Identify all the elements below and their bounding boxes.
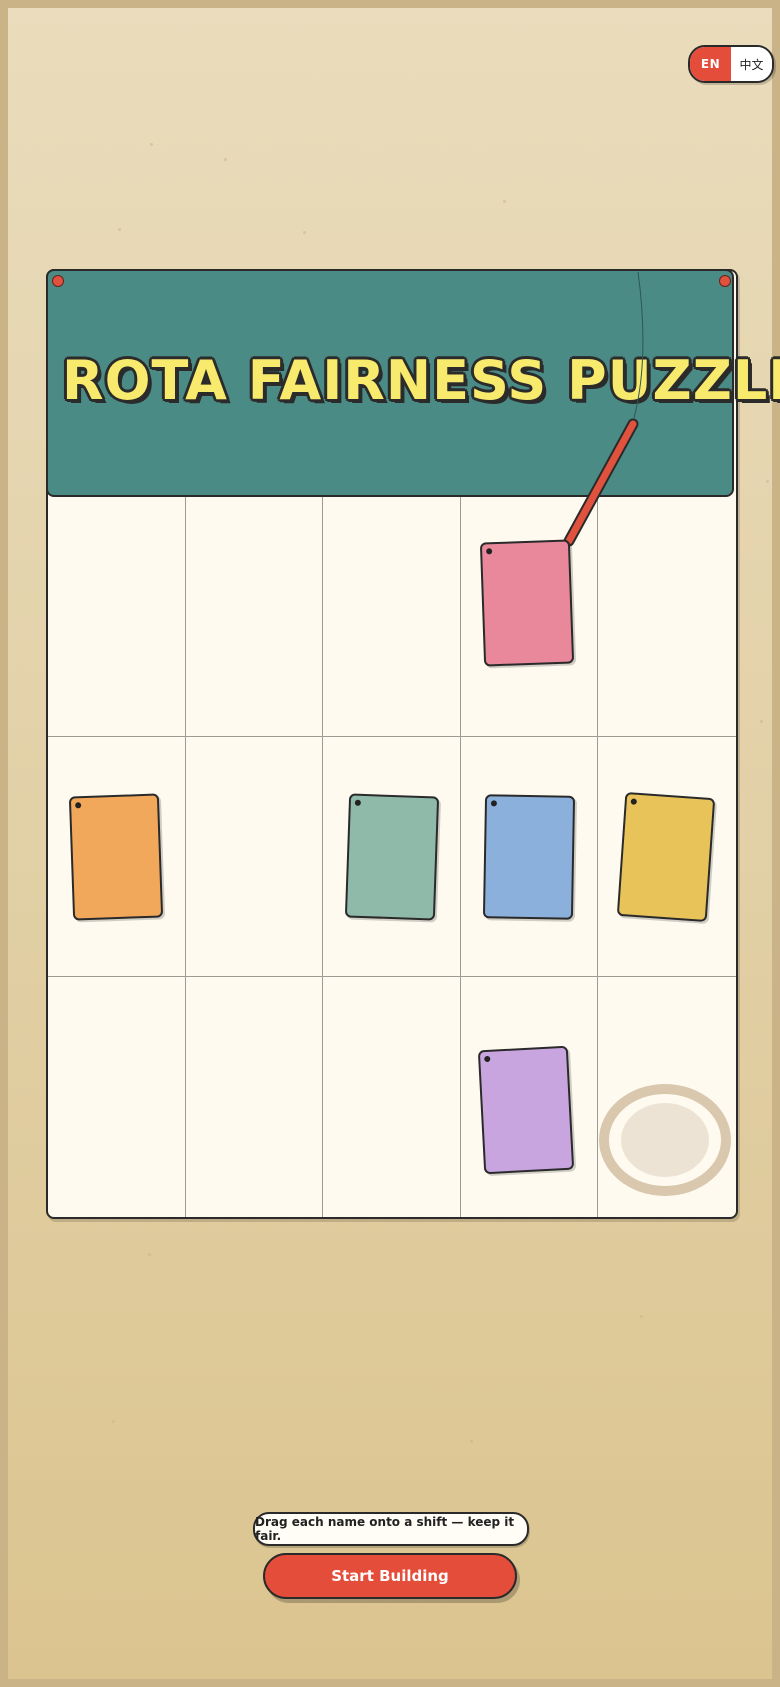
card-hole-icon (490, 800, 497, 807)
paper-speck (118, 228, 121, 231)
drop-target-ring[interactable] (599, 1084, 731, 1196)
card-hole-icon (484, 1055, 491, 1063)
name-card[interactable] (479, 539, 575, 667)
paper-speck (766, 480, 769, 483)
card-hole-icon (354, 799, 361, 806)
name-card[interactable] (616, 792, 716, 922)
shift-cell[interactable] (185, 497, 324, 737)
shift-cell[interactable] (598, 497, 736, 737)
paper-speck (640, 1315, 643, 1318)
card-hole-icon (630, 798, 637, 805)
shift-cell[interactable] (186, 977, 324, 1217)
title-banner: ROTA FAIRNESS PUZZLE (46, 269, 780, 497)
puzzle-title: ROTA FAIRNESS PUZZLE (62, 349, 780, 412)
language-en-button[interactable]: EN (690, 47, 731, 81)
name-card[interactable] (482, 794, 576, 920)
paper-speck (303, 231, 306, 234)
shift-cell[interactable] (48, 497, 186, 737)
paper-speck (148, 1253, 151, 1256)
language-zh-button[interactable]: 中文 (731, 47, 772, 81)
paper-speck (224, 158, 227, 161)
drop-target-center (621, 1103, 709, 1177)
card-hole-icon (486, 548, 493, 555)
shift-cell[interactable] (48, 977, 186, 1217)
shift-cell[interactable] (323, 977, 461, 1217)
paper-speck (150, 143, 153, 146)
paper-speck (470, 1440, 473, 1443)
name-card[interactable] (68, 793, 164, 921)
paper-speck (760, 720, 763, 723)
paper-speck (112, 1420, 115, 1423)
paper-speck (503, 200, 506, 203)
card-hole-icon (75, 802, 82, 809)
pushpin-icon (52, 275, 64, 287)
pushpin-icon (719, 275, 731, 287)
name-card[interactable] (344, 793, 440, 921)
instruction-hint: Drag each name onto a shift — keep it fa… (253, 1512, 529, 1546)
name-card[interactable] (477, 1045, 575, 1175)
shift-cell[interactable] (185, 737, 324, 977)
shift-cell[interactable] (323, 497, 461, 737)
start-building-button[interactable]: Start Building (263, 1553, 517, 1599)
language-toggle[interactable]: EN 中文 (688, 45, 774, 83)
